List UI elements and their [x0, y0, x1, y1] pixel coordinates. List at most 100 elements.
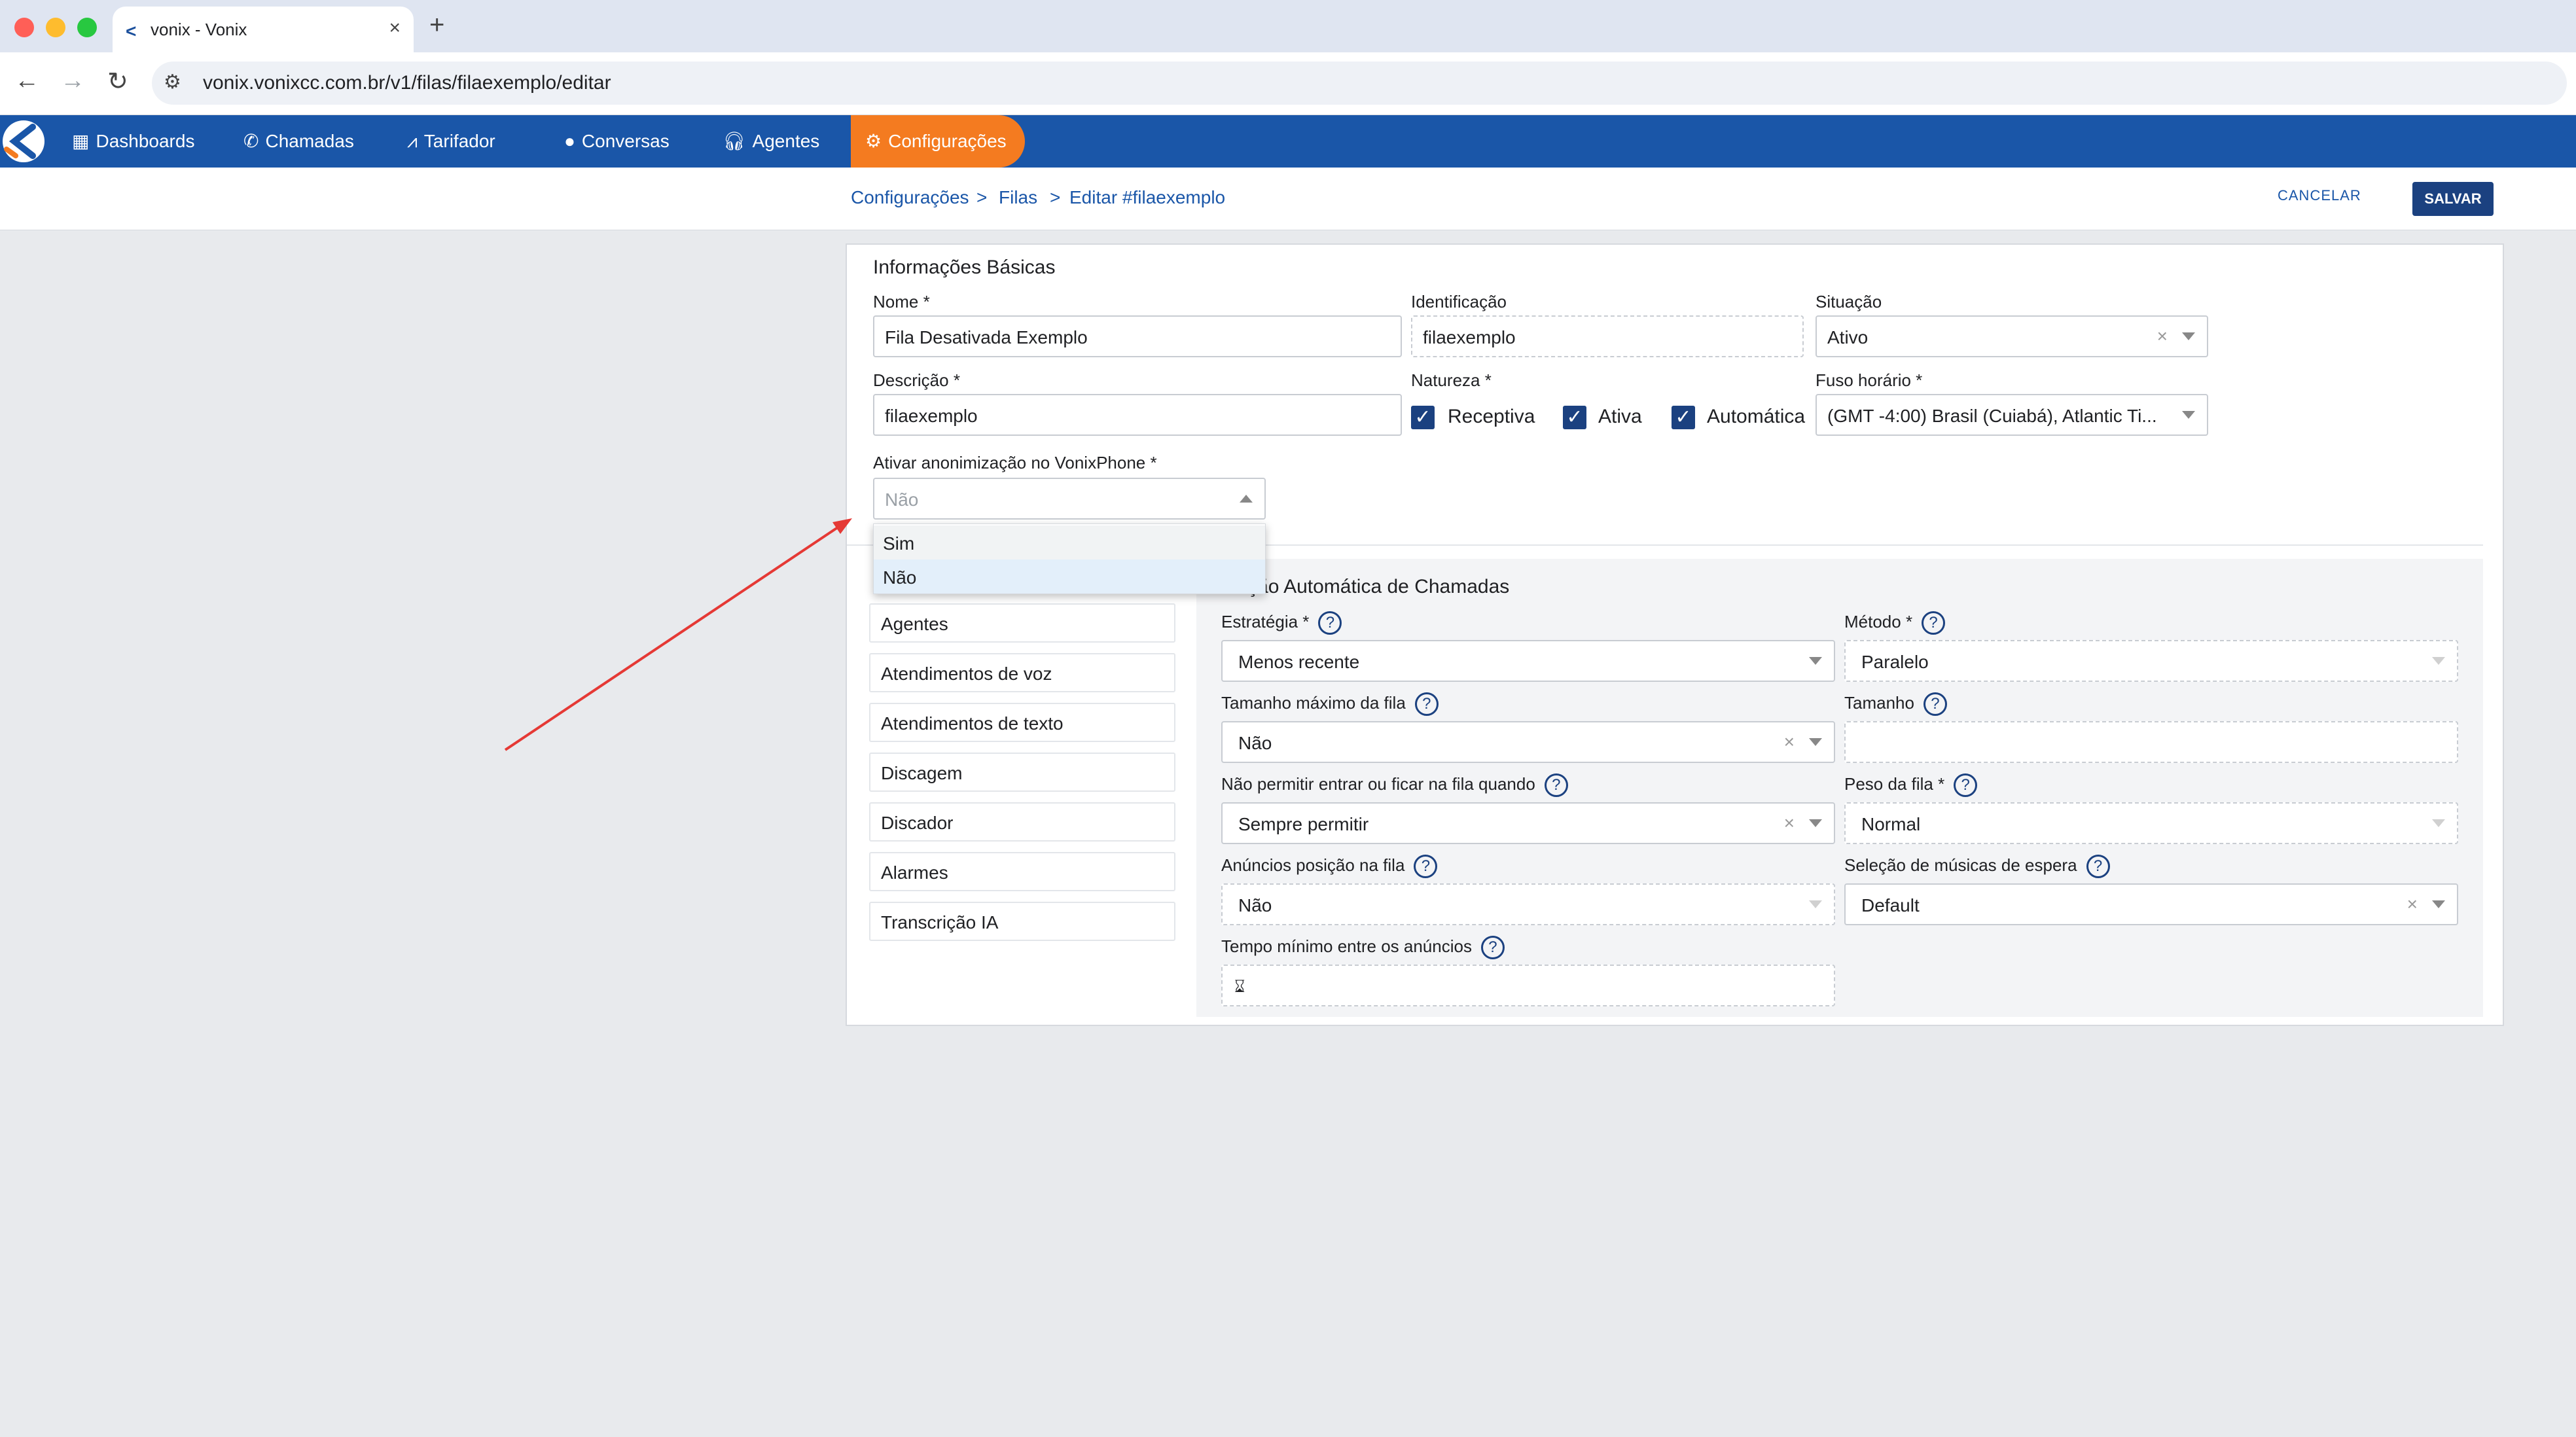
nav-label: Tarifador — [423, 131, 495, 151]
help-icon[interactable]: ? — [1954, 773, 1978, 797]
app-navbar: ▦ Dashboards ✆ Chamadas ⩘ Tarifador ● Conver… — [0, 115, 2576, 168]
nao-permitir-label: Não permitir entrar ou ficar na fila qua… — [1221, 773, 1568, 797]
identificacao-input[interactable]: filaexemplo — [1411, 315, 1804, 357]
situacao-select[interactable]: Ativo × — [1816, 315, 2208, 357]
estrategia-label-text: Estratégia * — [1221, 611, 1310, 631]
estrategia-value: Menos recente — [1238, 652, 1360, 672]
menu-label: Discador — [881, 813, 954, 833]
tamanho-input[interactable] — [1844, 721, 2458, 763]
chevron-up-icon — [1240, 495, 1253, 503]
fuso-value: (GMT -4:00) Brasil (Cuiabá), Atlantic Ti… — [1827, 406, 2157, 426]
maximize-window-button[interactable] — [77, 18, 97, 37]
nav-label: Dashboards — [96, 131, 195, 151]
descricao-value: filaexemplo — [885, 406, 978, 426]
breadcrumb-filas[interactable]: Filas — [999, 187, 1037, 208]
close-window-button[interactable] — [14, 18, 34, 37]
anuncios-select[interactable]: Não — [1221, 883, 1835, 925]
nav-agentes[interactable]: 🎧︎ Agentes — [723, 115, 819, 168]
browser-tabbar: < vonix - Vonix × + — [0, 0, 2576, 52]
option-sim[interactable]: Sim — [874, 525, 1265, 559]
dac-panel: buição Automática de Chamadas Estratégia… — [1196, 559, 2483, 1017]
nav-conversas[interactable]: ● Conversas — [564, 115, 670, 168]
breadcrumb-configuracoes[interactable]: Configurações — [851, 187, 969, 208]
nav-tarifador[interactable]: ⩘ Tarifador — [407, 115, 495, 168]
vonix-logo-icon[interactable] — [0, 115, 52, 168]
menu-item-agentes[interactable]: Agentes — [869, 603, 1175, 643]
estrategia-select[interactable]: Menos recente — [1221, 640, 1835, 682]
receptiva-label: Receptiva — [1448, 406, 1535, 427]
clear-icon[interactable]: × — [2407, 894, 2418, 915]
anuncios-value: Não — [1238, 895, 1272, 915]
chevron-down-icon — [1809, 738, 1822, 746]
grid-icon: ▦ — [72, 131, 90, 151]
minimize-window-button[interactable] — [46, 18, 65, 37]
menu-label: Alarmes — [881, 862, 948, 883]
receptiva-checkbox[interactable]: ✓ — [1411, 406, 1435, 429]
nao-permitir-select[interactable]: Sempre permitir × — [1221, 802, 1835, 844]
musicas-label-text: Seleção de músicas de espera — [1844, 855, 2077, 875]
help-icon[interactable]: ? — [1414, 855, 1438, 878]
nav-chamadas[interactable]: ✆ Chamadas — [243, 115, 354, 168]
menu-item-alarmes[interactable]: Alarmes — [869, 852, 1175, 891]
peso-select[interactable]: Normal — [1844, 802, 2458, 844]
identificacao-label: Identificação — [1411, 292, 1507, 311]
help-icon[interactable]: ? — [1318, 611, 1342, 635]
tam-max-select[interactable]: Não × — [1221, 721, 1835, 763]
forward-icon[interactable]: → — [60, 67, 85, 95]
ativa-checkbox[interactable]: ✓ — [1563, 406, 1586, 429]
menu-item-atendimentos-texto[interactable]: Atendimentos de texto — [869, 703, 1175, 742]
nav-label: Chamadas — [265, 131, 354, 151]
menu-label: Transcrição IA — [881, 912, 999, 932]
chevron-down-icon — [2432, 657, 2445, 665]
option-nao[interactable]: Não — [874, 559, 1265, 594]
nome-input[interactable]: Fila Desativada Exemplo — [873, 315, 1402, 357]
chevron-down-icon — [1809, 819, 1822, 827]
help-icon[interactable]: ? — [1480, 936, 1505, 959]
help-icon[interactable]: ? — [2086, 855, 2110, 878]
automatica-checkbox[interactable]: ✓ — [1672, 406, 1695, 429]
fuso-select[interactable]: (GMT -4:00) Brasil (Cuiabá), Atlantic Ti… — [1816, 394, 2208, 436]
help-icon[interactable]: ? — [1544, 773, 1568, 797]
menu-item-discador[interactable]: Discador — [869, 802, 1175, 842]
anon-select[interactable]: Não — [873, 478, 1266, 520]
chevron-down-icon — [2182, 332, 2195, 340]
clear-icon[interactable]: × — [1784, 813, 1795, 834]
vonix-favicon-icon: < — [126, 21, 137, 41]
clear-icon[interactable]: × — [2157, 326, 2168, 347]
tempo-label-text: Tempo mínimo entre os anúncios — [1221, 936, 1472, 956]
address-bar[interactable]: ⚙ vonix.vonixcc.com.br/v1/filas/filaexem… — [152, 62, 2567, 105]
menu-label: Discagem — [881, 763, 963, 783]
musicas-select[interactable]: Default × — [1844, 883, 2458, 925]
estrategia-label: Estratégia *? — [1221, 611, 1342, 635]
clear-icon[interactable]: × — [1784, 732, 1795, 753]
anuncios-label-text: Anúncios posição na fila — [1221, 855, 1405, 875]
tam-max-label: Tamanho máximo da fila? — [1221, 692, 1439, 716]
help-icon[interactable]: ? — [1923, 692, 1947, 716]
peso-value: Normal — [1861, 814, 1921, 834]
reload-icon[interactable]: ↻ — [107, 67, 128, 96]
new-tab-icon[interactable]: + — [429, 10, 444, 40]
tempo-input[interactable]: ⌛︎ — [1221, 965, 1835, 1006]
chat-icon: ● — [564, 131, 575, 151]
arrow-line — [504, 526, 839, 751]
tab-close-icon[interactable]: × — [389, 17, 401, 39]
url-text: vonix.vonixcc.com.br/v1/filas/filaexempl… — [203, 72, 611, 94]
help-icon[interactable]: ? — [1922, 611, 1946, 635]
browser-tab[interactable]: < vonix - Vonix × — [113, 7, 414, 52]
nav-dashboards[interactable]: ▦ Dashboards — [72, 115, 194, 168]
menu-item-transcricao-ia[interactable]: Transcrição IA — [869, 902, 1175, 941]
menu-item-atendimentos-voz[interactable]: Atendimentos de voz — [869, 653, 1175, 692]
help-icon[interactable]: ? — [1414, 692, 1439, 716]
menu-item-discagem[interactable]: Discagem — [869, 753, 1175, 792]
nav-configuracoes[interactable]: ⚙ Configurações — [851, 115, 1025, 168]
save-button[interactable]: SALVAR — [2412, 182, 2494, 216]
site-settings-icon[interactable]: ⚙ — [164, 71, 181, 94]
chevron-down-icon — [2182, 411, 2195, 419]
back-icon[interactable]: ← — [14, 67, 39, 95]
peso-label-text: Peso da fila * — [1844, 773, 1945, 794]
tam-max-value: Não — [1238, 733, 1272, 753]
metodo-select[interactable]: Paralelo — [1844, 640, 2458, 682]
cancel-button[interactable]: CANCELAR — [2278, 187, 2361, 204]
breadcrumb-editar: Editar #filaexemplo — [1069, 187, 1226, 207]
descricao-input[interactable]: filaexemplo — [873, 394, 1402, 436]
